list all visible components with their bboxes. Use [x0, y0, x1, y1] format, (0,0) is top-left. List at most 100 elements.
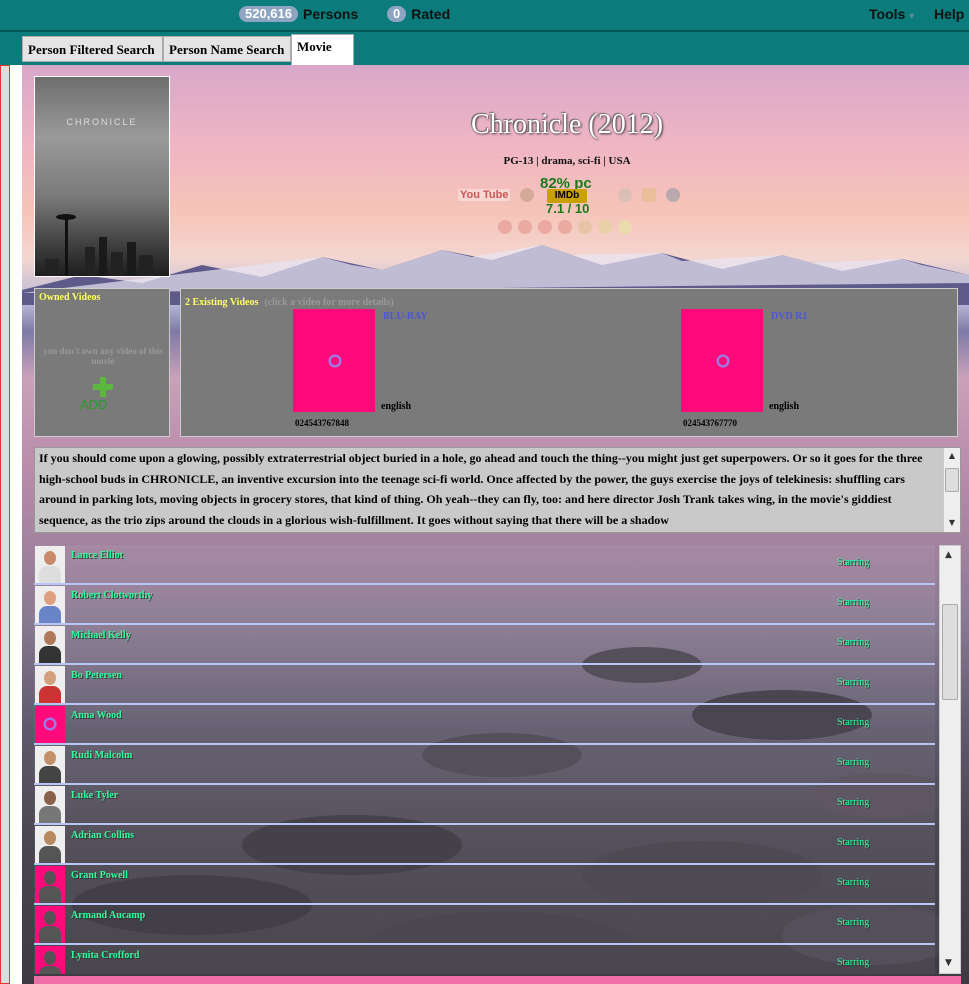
avatar-body [39, 566, 61, 583]
cast-name[interactable]: Armand Aucamp [71, 910, 145, 921]
cast-row[interactable]: Armand Aucamp Starring [34, 905, 935, 945]
cast-avatar[interactable] [35, 946, 65, 974]
cast-name[interactable]: Rudi Malcolm [71, 750, 132, 761]
cast-name[interactable]: Bo Petersen [71, 670, 122, 681]
video-format[interactable]: BLU-RAY [383, 311, 428, 322]
cast-row[interactable]: Adrian Collins Starring [34, 825, 935, 865]
video-language: english [381, 401, 412, 412]
cast-role: Starring [837, 677, 870, 688]
cast-avatar[interactable] [35, 586, 65, 623]
cast-role: Starring [837, 837, 870, 848]
cast-avatar[interactable] [35, 906, 65, 943]
synopsis-scrollbar[interactable]: ▲ ▼ [943, 448, 960, 532]
rating-face-5-icon[interactable] [578, 220, 592, 234]
cast-avatar[interactable] [35, 786, 65, 823]
rating-face-1-icon[interactable] [498, 220, 512, 234]
video-cover[interactable] [293, 309, 375, 412]
owned-videos-title: Owned Videos [39, 292, 101, 303]
cast-avatar[interactable] [35, 706, 65, 743]
play-icon[interactable] [666, 188, 680, 202]
cast-avatar[interactable] [35, 866, 65, 903]
cast-avatar[interactable] [35, 826, 65, 863]
tools-menu[interactable]: Tools ▼ [869, 6, 916, 22]
cast-row[interactable]: Luke Tyler Starring [34, 785, 935, 825]
link-icon-row: You Tube [458, 185, 535, 205]
imdb-rating: 7.1 / 10 [546, 201, 590, 213]
cast-avatar[interactable] [35, 546, 65, 583]
face-icon[interactable] [520, 188, 535, 202]
search-icon[interactable] [618, 188, 632, 202]
avatar-body [39, 686, 61, 703]
tab-movie[interactable]: Movie [291, 34, 354, 65]
existing-videos-header: 2 Existing Videos (click a video for more… [185, 292, 394, 310]
cast-role: Starring [837, 637, 870, 648]
cast-row[interactable]: Rudi Malcolm Starring [34, 745, 935, 785]
cast-row[interactable]: Robert Clotworthy Starring [34, 585, 935, 625]
synopsis-text: If you should come upon a glowing, possi… [39, 451, 923, 527]
cast-row[interactable]: Bo Petersen Starring [34, 665, 935, 705]
cast-row[interactable]: Lance Elliot Starring [34, 545, 935, 585]
avatar-head [44, 751, 56, 765]
movie-poster[interactable]: CHRONICLE [34, 76, 170, 277]
avatar-head [44, 831, 56, 845]
video-upc: 024543767770 [683, 418, 737, 428]
avatar-body [39, 766, 61, 783]
rated-count-badge: 0 [387, 6, 407, 22]
rating-face-7-icon[interactable] [618, 220, 632, 234]
bottom-bar [34, 976, 961, 984]
cast-name[interactable]: Robert Clotworthy [71, 590, 152, 601]
cast-role: Starring [837, 597, 870, 608]
video-format[interactable]: DVD R1 [771, 311, 807, 322]
existing-videos-hint: (click a video for more details) [264, 297, 394, 308]
cast-name[interactable]: Lynita Crofford [71, 950, 139, 961]
cast-role: Starring [837, 757, 870, 768]
cast-role: Starring [837, 717, 870, 728]
scroll-up-icon[interactable]: ▲ [945, 550, 952, 560]
cast-name[interactable]: Lance Elliot [71, 550, 123, 561]
cast-role: Starring [837, 957, 870, 968]
synopsis-box[interactable]: If you should come upon a glowing, possi… [34, 447, 961, 533]
cast-scrollbar[interactable]: ▲ ▼ [939, 545, 961, 974]
cast-list: Lance Elliot Starring Robert Clotworthy Sta… [34, 545, 935, 974]
poster-title: CHRONICLE [66, 117, 138, 127]
rating-face-6-icon[interactable] [598, 220, 612, 234]
scroll-up-icon[interactable]: ▲ [947, 451, 957, 460]
cast-name[interactable]: Luke Tyler [71, 790, 118, 801]
cast-name[interactable]: Michael Kelly [71, 630, 131, 641]
avatar-body [39, 846, 61, 863]
cast-row[interactable]: Michael Kelly Starring [34, 625, 935, 665]
cast-list-panel: Lance Elliot Starring Robert Clotworthy Sta… [34, 545, 961, 974]
add-video-button[interactable]: ADD [80, 397, 107, 412]
cast-name[interactable]: Grant Powell [71, 870, 128, 881]
poster-skyline [45, 214, 153, 276]
avatar-head [44, 791, 56, 805]
cast-name[interactable]: Anna Wood [71, 710, 122, 721]
scroll-down-icon[interactable]: ▼ [945, 958, 952, 968]
tab-person-filtered-search[interactable]: Person Filtered Search [22, 36, 163, 62]
movie-meta: PG-13 | drama, sci-fi | USA [503, 155, 631, 167]
book-icon[interactable] [642, 188, 656, 202]
cast-row[interactable]: Anna Wood Starring [34, 705, 935, 745]
cast-row[interactable]: Grant Powell Starring [34, 865, 935, 905]
movie-title: Chronicle (2012) [470, 109, 664, 140]
person-silhouette-body [39, 886, 61, 903]
video-language: english [769, 401, 800, 412]
tab-person-name-search[interactable]: Person Name Search [163, 36, 291, 62]
cast-row[interactable]: Lynita Crofford Starring [34, 945, 935, 974]
cast-avatar[interactable] [35, 626, 65, 663]
owned-empty-text: you don't own any video of this movie [43, 346, 163, 366]
rating-face-3-icon[interactable] [538, 220, 552, 234]
scroll-thumb[interactable] [945, 468, 959, 492]
cast-name[interactable]: Adrian Collins [71, 830, 134, 841]
video-cover[interactable] [681, 309, 763, 412]
rating-face-4-icon[interactable] [558, 220, 572, 234]
cast-avatar[interactable] [35, 746, 65, 783]
youtube-icon[interactable]: You Tube [458, 189, 511, 201]
scroll-thumb[interactable] [942, 604, 958, 700]
scroll-down-icon[interactable]: ▼ [947, 518, 957, 527]
cast-role: Starring [837, 557, 870, 568]
help-menu[interactable]: Help [934, 6, 964, 22]
rating-face-2-icon[interactable] [518, 220, 532, 234]
add-icon[interactable] [91, 375, 115, 399]
cast-avatar[interactable] [35, 666, 65, 703]
